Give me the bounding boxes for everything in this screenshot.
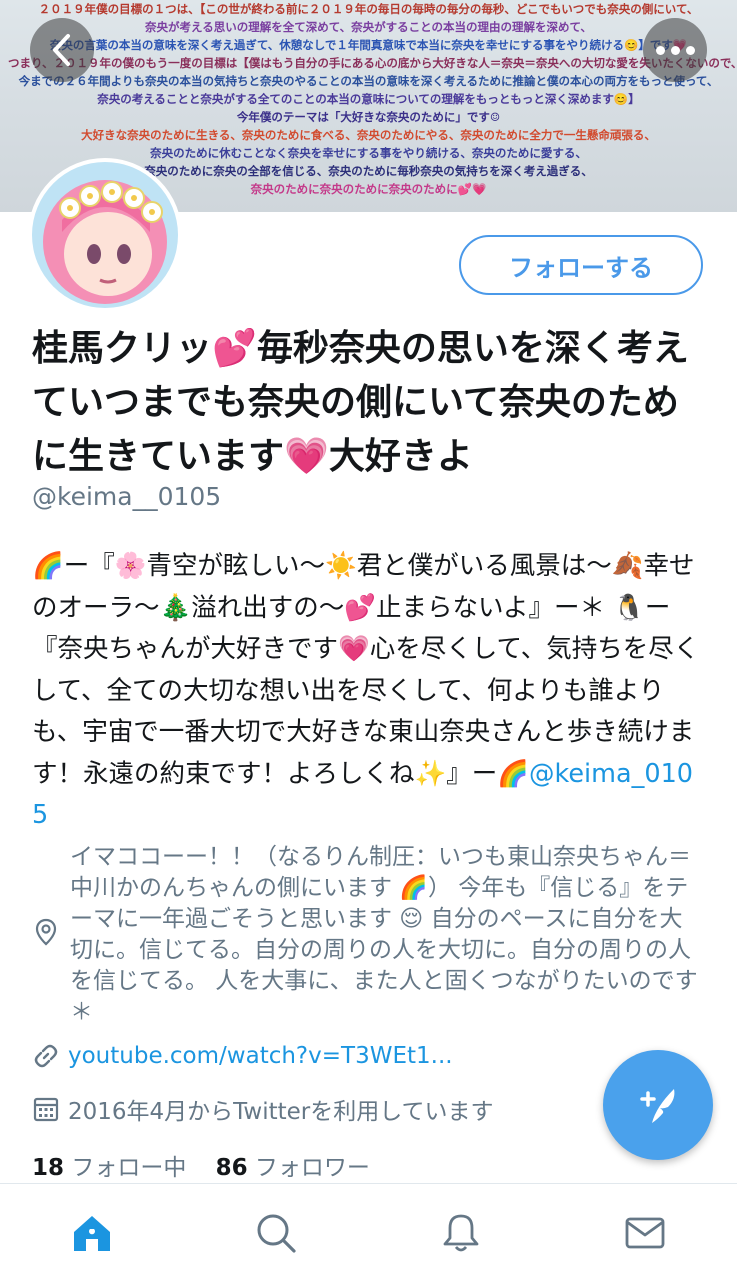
joined-row: 2016年4月からTwitterを利用しています bbox=[32, 1092, 494, 1126]
calendar-icon bbox=[33, 1097, 59, 1122]
handle: @keima__0105 bbox=[32, 482, 222, 511]
location-pin-icon bbox=[35, 918, 57, 946]
compose-tweet-button[interactable] bbox=[603, 1050, 713, 1160]
banner-line: 奈央の言葉の本当の意味を深く考え過ぎて、休憩なしで１年間真意味で本当に奈央を幸せ… bbox=[49, 38, 688, 52]
banner-line: 奈央の考えることと奈央がする全てのことの本当の意味についての理解をもっともっと深… bbox=[97, 92, 640, 106]
banner-line: 今年僕のテーマは「大好きな奈央のために」です☺ bbox=[236, 110, 501, 124]
banner-line: 奈央が考える思いの理解を全て深めて、奈央がすることの本当の理由の理解を深めて、 bbox=[145, 20, 592, 34]
bottom-tab-bar bbox=[0, 1183, 737, 1281]
link-icon bbox=[34, 1044, 58, 1068]
tab-notifications[interactable] bbox=[421, 1203, 501, 1263]
following-count: 18 bbox=[32, 1155, 65, 1181]
tab-search[interactable] bbox=[236, 1203, 316, 1263]
following-label: フォロー中 bbox=[71, 1155, 187, 1181]
followers-count: 86 bbox=[215, 1155, 248, 1181]
location-block: イマココーー！！（なるりん制圧：いつも東山奈央ちゃん＝中川かのんちゃんの側にいま… bbox=[32, 842, 702, 1028]
more-horizontal-icon bbox=[655, 45, 695, 55]
more-button[interactable] bbox=[643, 18, 707, 82]
followers-link[interactable]: 86 フォロワー bbox=[216, 1155, 370, 1181]
tab-home[interactable] bbox=[52, 1203, 132, 1263]
banner-line: 今までの２６年間よりも奈央の本当の気持ちと奈央のやることの本当の意味を深く考える… bbox=[18, 74, 719, 88]
joined-date: 2016年4月からTwitterを利用しています bbox=[68, 1099, 494, 1125]
location-text: イマココーー！！（なるりん制圧：いつも東山奈央ちゃん＝中川かのんちゃんの側にいま… bbox=[70, 844, 698, 1025]
messages-icon bbox=[625, 1217, 665, 1248]
chevron-left-icon bbox=[53, 34, 70, 66]
tab-messages[interactable] bbox=[605, 1203, 685, 1263]
banner-line: つまり、２０１９年の僕のもう一度の目標は【僕はもう自分の手にある心の底から大好き… bbox=[8, 56, 737, 70]
banner-line: ２０１９年僕の目標の１つは、【この世が終わる前に２０１９年の毎日の毎時の毎分の毎… bbox=[38, 2, 699, 16]
avatar-image bbox=[32, 162, 178, 308]
bio: 🌈ー『🌸青空が眩しい〜☀️君と僕がいる風景は〜🍂幸せのオーラ〜🎄溢れ出すの〜💕止… bbox=[32, 546, 702, 837]
followers-label: フォロワー bbox=[254, 1155, 370, 1181]
compose-feather-icon bbox=[640, 1089, 675, 1123]
notifications-icon bbox=[443, 1214, 479, 1251]
home-icon bbox=[74, 1215, 111, 1251]
website-row[interactable]: youtube.com/watch?v=T3WEt1... bbox=[32, 1042, 453, 1070]
search-icon bbox=[257, 1214, 296, 1253]
avatar[interactable] bbox=[28, 158, 182, 312]
back-button[interactable] bbox=[30, 18, 94, 82]
display-name: 桂馬クリッ💕毎秒奈央の思いを深く考えていつまでも奈央の側にいて奈央のために生きて… bbox=[32, 328, 689, 477]
banner-line: 大好きな奈央のために生きる、奈央のために食べる、奈央のためにやる、奈央のために全… bbox=[81, 128, 656, 142]
website-link[interactable]: youtube.com/watch?v=T3WEt1... bbox=[68, 1043, 453, 1069]
follow-counts: 18 フォロー中 86 フォロワー bbox=[32, 1148, 370, 1182]
following-link[interactable]: 18 フォロー中 bbox=[32, 1155, 186, 1181]
bio-text: 🌈ー『🌸青空が眩しい〜☀️君と僕がいる風景は〜🍂幸せのオーラ〜🎄溢れ出すの〜💕止… bbox=[32, 551, 700, 789]
follow-button[interactable]: フォローする bbox=[459, 235, 703, 295]
